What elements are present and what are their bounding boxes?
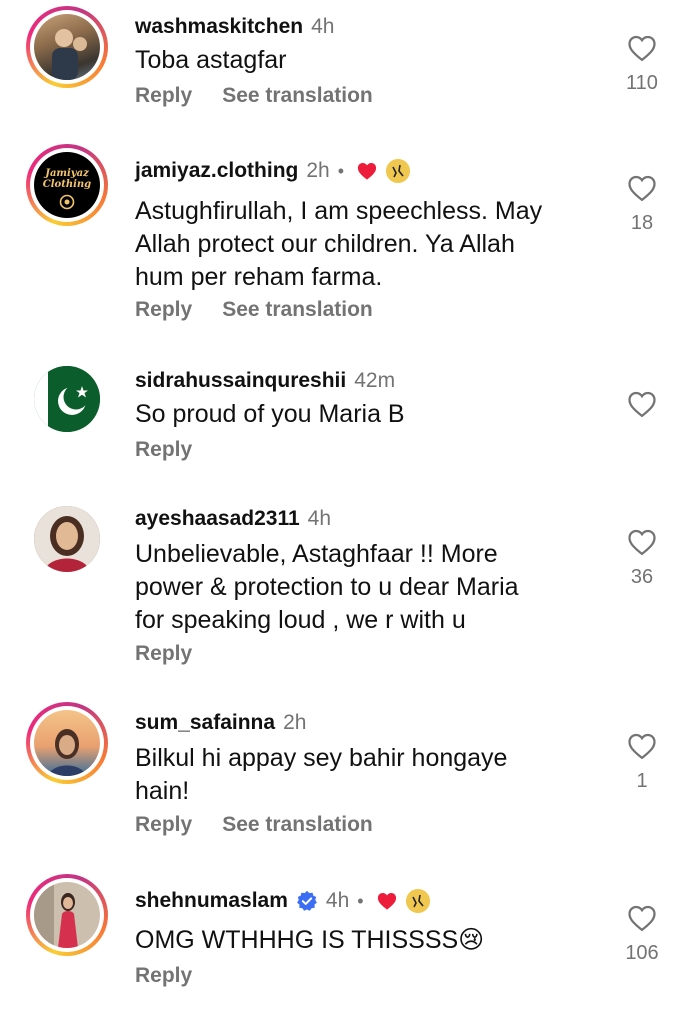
- comment-text-line: hum per reham farma.: [135, 263, 383, 291]
- heart-outline-icon[interactable]: [627, 732, 657, 760]
- comment-text: So proud of you Maria B: [135, 398, 575, 431]
- comment-text-line: Bilkul hi appay sey bahir hongaye: [135, 744, 508, 772]
- avatar: [34, 14, 100, 80]
- avatar-story-ring[interactable]: [26, 874, 108, 956]
- username[interactable]: washmaskitchen: [135, 15, 303, 39]
- reply-button[interactable]: Reply: [135, 813, 192, 837]
- comment-header: ayeshaasad2311 4h: [135, 504, 331, 534]
- timestamp: 2h: [306, 159, 330, 182]
- pakistan-flag-icon: [34, 366, 100, 432]
- timestamp: 2h: [283, 711, 307, 734]
- avatar-story-ring[interactable]: [26, 702, 108, 784]
- reply-button[interactable]: Reply: [135, 642, 192, 666]
- comment-text-line: OMG WTHHHG IS THISSSS😢: [135, 926, 485, 954]
- comment-header: washmaskitchen 4h: [135, 12, 334, 42]
- verified-badge-icon: [296, 890, 317, 911]
- comment-header: sum_safainna 2h: [135, 708, 306, 738]
- heart-outline-icon[interactable]: [627, 390, 657, 418]
- avatar-story-ring[interactable]: [26, 6, 108, 88]
- avatar: [34, 366, 100, 432]
- heart-outline-icon[interactable]: [627, 528, 657, 556]
- like-count: 106: [625, 942, 659, 964]
- avatar-story-ring[interactable]: Jamiyaz Clothing: [26, 144, 108, 226]
- see-translation-button[interactable]: See translation: [222, 84, 373, 108]
- see-translation-button[interactable]: See translation: [222, 813, 373, 837]
- username[interactable]: sum_safainna: [135, 711, 275, 735]
- timestamp: 4h: [311, 15, 335, 38]
- reply-button[interactable]: Reply: [135, 84, 192, 108]
- avatar: [34, 710, 100, 776]
- comment-text-line: So proud of you Maria B: [135, 400, 405, 428]
- creator-liked-heart-icon: [357, 163, 377, 180]
- username[interactable]: ayeshaasad2311: [135, 507, 300, 531]
- like-count: 110: [626, 72, 658, 94]
- comment-text: Unbelievable, Astaghfaar !! More power &…: [135, 538, 575, 637]
- heart-outline-icon[interactable]: [627, 904, 657, 932]
- like-count: 18: [630, 212, 654, 234]
- username[interactable]: jamiyaz.clothing: [135, 159, 298, 183]
- comment-text: Bilkul hi appay sey bahir hongaye hain!: [135, 742, 575, 808]
- like-button[interactable]: 110: [620, 34, 664, 95]
- avatar-container[interactable]: [26, 358, 108, 440]
- like-button[interactable]: 18: [620, 174, 664, 235]
- see-translation-button[interactable]: See translation: [222, 298, 373, 322]
- creator-avatar-icon: [405, 889, 430, 913]
- comment-text-line: Astughfirullah, I am speechless. May: [135, 197, 543, 225]
- avatar-container[interactable]: [26, 498, 108, 580]
- reply-button[interactable]: Reply: [135, 438, 192, 462]
- avatar: [34, 506, 100, 572]
- creator-liked-heart-icon: [377, 893, 396, 910]
- avatar-logo-text: Clothing: [42, 179, 92, 190]
- like-button[interactable]: [620, 390, 664, 418]
- username[interactable]: shehnumaslam: [135, 889, 288, 913]
- reply-button[interactable]: Reply: [135, 964, 192, 988]
- comment-text: OMG WTHHHG IS THISSSS😢: [135, 924, 575, 957]
- like-count: 1: [636, 770, 648, 792]
- avatar: [34, 882, 100, 948]
- like-button[interactable]: 36: [620, 528, 664, 589]
- heart-outline-icon[interactable]: [627, 34, 657, 62]
- comment-text-line: hain!: [135, 777, 190, 805]
- avatar: Jamiyaz Clothing: [34, 152, 100, 218]
- comment-text-line: Allah protect our children. Ya Allah: [135, 230, 515, 258]
- like-count: 36: [630, 566, 654, 588]
- comment-text: Astughfirullah, I am speechless. May All…: [135, 195, 575, 294]
- like-button[interactable]: 1: [620, 732, 664, 793]
- avatar-logo-text: Jamiyaz: [45, 168, 89, 179]
- timestamp: 42m: [354, 369, 396, 392]
- username[interactable]: sidrahussainqureshii: [135, 369, 346, 393]
- comment-text-line: for speaking loud , we r with u: [135, 606, 466, 634]
- comment-header: sidrahussainqureshii 42m: [135, 366, 395, 396]
- comment-text: Toba astagfar: [135, 44, 575, 77]
- like-button[interactable]: 106: [620, 904, 664, 965]
- heart-outline-icon[interactable]: [627, 174, 657, 202]
- comment-text-line: Unbelievable, Astaghfaar !! More: [135, 540, 498, 568]
- creator-avatar-icon: [386, 159, 411, 183]
- timestamp: 4h: [307, 507, 332, 530]
- logo-emblem-icon: [59, 194, 75, 210]
- comment-header: jamiyaz.clothing 2h •: [135, 156, 411, 186]
- timestamp: 4h: [325, 889, 350, 912]
- comment-header: shehnumaslam 4h •: [135, 886, 430, 916]
- reply-button[interactable]: Reply: [135, 298, 192, 322]
- comment-text-line: power & protection to u dear Maria: [135, 573, 519, 601]
- separator-dot: •: [357, 890, 364, 911]
- comment-text-line: Toba astagfar: [135, 46, 287, 74]
- separator-dot: •: [337, 160, 345, 181]
